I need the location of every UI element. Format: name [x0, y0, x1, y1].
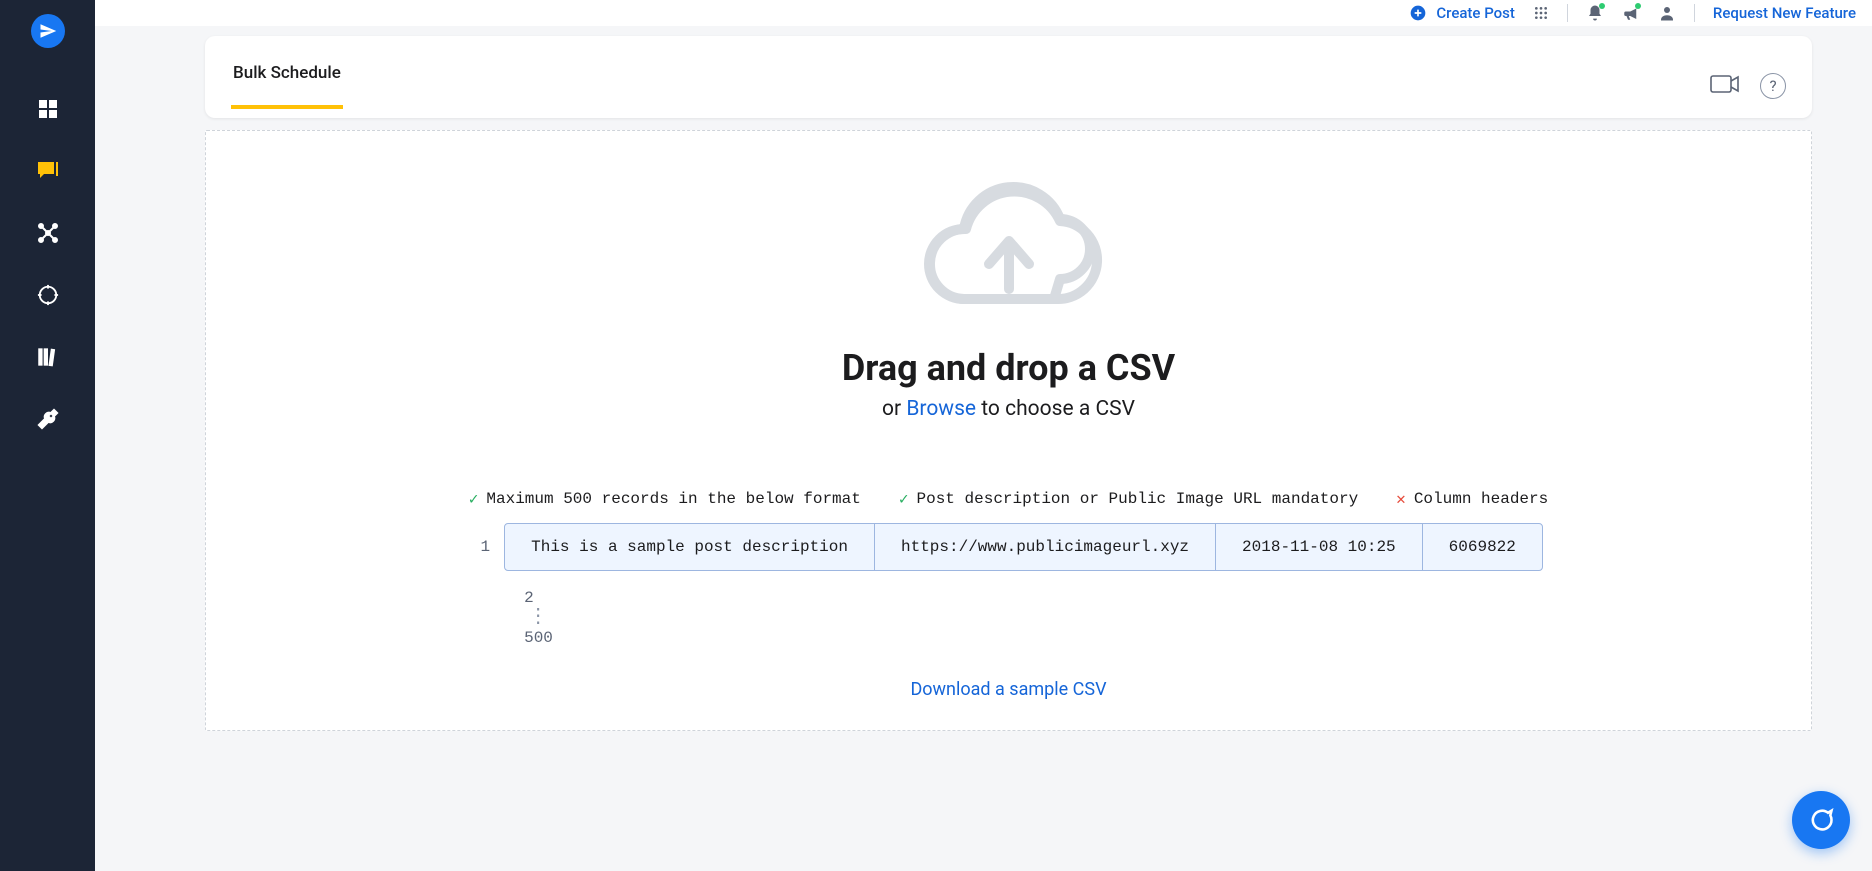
- download-sample-link[interactable]: Download a sample CSV: [246, 679, 1771, 700]
- sample-url: https://www.publicimageurl.xyz: [875, 524, 1216, 570]
- request-feature-link[interactable]: Request New Feature: [1713, 4, 1856, 22]
- books-icon: [35, 344, 61, 370]
- dropzone-headline: Drag and drop a CSV: [246, 347, 1771, 389]
- sample-description: This is a sample post description: [505, 524, 875, 570]
- rule-text: Maximum 500 records in the below format: [486, 490, 860, 508]
- chat-stats-icon: [36, 160, 60, 182]
- sample-id: 6069822: [1423, 524, 1542, 570]
- video-icon: [1710, 73, 1740, 95]
- row-number: 1: [474, 538, 490, 556]
- target-icon: [37, 284, 59, 306]
- row-two-label: 2: [524, 589, 534, 607]
- sidebar-library[interactable]: [35, 344, 61, 370]
- rule-mandatory: ✓ Post description or Public Image URL m…: [899, 489, 1358, 509]
- create-post-button[interactable]: Create Post: [1410, 4, 1515, 22]
- sample-row-wrap: 1 This is a sample post description http…: [474, 523, 1543, 571]
- sidebar-target[interactable]: [35, 282, 61, 308]
- sidebar-tools[interactable]: [35, 406, 61, 432]
- dots-grid-icon: [1533, 5, 1549, 21]
- check-icon: ✓: [469, 489, 479, 509]
- network-icon: [36, 221, 60, 245]
- browse-link[interactable]: Browse: [906, 397, 976, 421]
- cross-icon: ✕: [1396, 489, 1406, 509]
- topbar-divider: [1567, 4, 1568, 22]
- question-mark-icon: ?: [1769, 77, 1776, 95]
- topbar: Create Post Request New Feature: [95, 0, 1872, 26]
- tab-bulk-schedule[interactable]: Bulk Schedule: [231, 63, 343, 109]
- sidebar-posts[interactable]: [35, 158, 61, 184]
- announcements-button[interactable]: [1622, 4, 1640, 22]
- tools-icon: [36, 407, 60, 431]
- topbar-divider: [1694, 4, 1695, 22]
- sample-table: This is a sample post description https:…: [504, 523, 1543, 571]
- notifications-button[interactable]: [1586, 4, 1604, 22]
- tab-actions: ?: [1710, 73, 1786, 99]
- user-icon: [1658, 4, 1676, 22]
- rule-max-records: ✓ Maximum 500 records in the below forma…: [469, 489, 861, 509]
- tab-card: Bulk Schedule ?: [205, 36, 1812, 118]
- apps-grid-button[interactable]: [1533, 5, 1549, 21]
- paper-plane-icon: [39, 22, 57, 40]
- profile-button[interactable]: [1658, 4, 1676, 22]
- sub-suffix: to choose a CSV: [976, 397, 1135, 421]
- chat-fab[interactable]: [1792, 791, 1850, 849]
- announcement-badge: [1635, 3, 1641, 9]
- chat-bubble-icon: [1807, 806, 1835, 834]
- dropzone-subhead: or Browse to choose a CSV: [246, 397, 1771, 421]
- rule-text: Post description or Public Image URL man…: [917, 490, 1359, 508]
- sub-prefix: or: [882, 397, 906, 421]
- sidebar-dashboard[interactable]: [35, 96, 61, 122]
- tabs: Bulk Schedule: [231, 63, 343, 109]
- row-range: 2 ⋮ 500: [524, 589, 553, 647]
- create-post-label: Create Post: [1436, 4, 1515, 22]
- rule-headers: ✕ Column headers: [1396, 489, 1548, 509]
- check-icon: ✓: [899, 489, 909, 509]
- help-button[interactable]: ?: [1760, 73, 1786, 99]
- sidebar-network[interactable]: [35, 220, 61, 246]
- csv-dropzone[interactable]: Drag and drop a CSV or Browse to choose …: [205, 130, 1812, 731]
- video-tutorial-button[interactable]: [1710, 73, 1740, 99]
- cloud-upload-icon: [914, 179, 1104, 329]
- grid-icon: [36, 97, 60, 121]
- main-content: Bulk Schedule ? Drag and drop a CSV or B…: [95, 26, 1872, 871]
- rule-text: Column headers: [1414, 490, 1548, 508]
- notification-badge: [1599, 3, 1605, 9]
- app-logo[interactable]: [31, 14, 65, 48]
- plus-circle-icon: [1410, 5, 1426, 21]
- row-max-label: 500: [524, 629, 553, 647]
- sidebar: [0, 0, 95, 871]
- sample-datetime: 2018-11-08 10:25: [1216, 524, 1423, 570]
- format-rules: ✓ Maximum 500 records in the below forma…: [246, 489, 1771, 509]
- upload-illustration: [246, 179, 1771, 329]
- ellipsis-icon: ⋮: [524, 613, 546, 623]
